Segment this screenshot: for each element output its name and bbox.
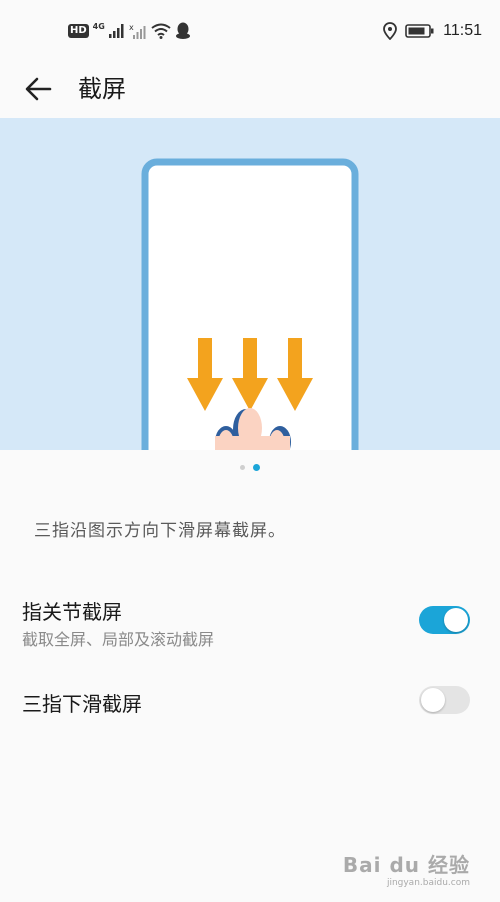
- setting-title: 三指下滑截屏: [22, 692, 142, 716]
- page-title: 截屏: [78, 75, 126, 103]
- setting-knuckle-screenshot[interactable]: 指关节截屏 截取全屏、局部及滚动截屏: [0, 592, 500, 656]
- three-finger-screenshot-toggle[interactable]: [419, 686, 470, 714]
- toggle-knob: [421, 688, 445, 712]
- watermark-brand: Bai du 经验: [342, 853, 470, 877]
- signal-icon: [108, 24, 124, 38]
- location-icon: [383, 22, 398, 40]
- gesture-description: 三指沿图示方向下滑屏幕截屏。: [34, 521, 286, 541]
- carousel-dots: [0, 461, 500, 473]
- phone-gesture-illustration: [141, 158, 359, 450]
- app-bar: 截屏: [0, 62, 500, 118]
- swipe-down-arrows: [187, 338, 313, 411]
- toggle-knob: [444, 608, 468, 632]
- status-time: 11:51: [443, 22, 482, 39]
- signal-no-sim-icon: x: [129, 23, 146, 39]
- wifi-icon: [151, 23, 171, 39]
- page-dot[interactable]: [240, 464, 245, 470]
- battery-icon: [405, 24, 434, 38]
- gesture-illustration: [0, 118, 500, 450]
- setting-subtitle: 截取全屏、局部及滚动截屏: [22, 630, 215, 649]
- back-button[interactable]: [22, 72, 56, 106]
- setting-three-finger-screenshot[interactable]: 三指下滑截屏: [0, 682, 500, 722]
- svg-text:x: x: [129, 23, 134, 32]
- 4g-label: 4G: [92, 21, 105, 31]
- watermark: Bai du 经验 jingyan.baidu.com: [343, 849, 470, 888]
- status-bar: HD 4G x 11:51: [0, 0, 500, 62]
- setting-title: 指关节截屏: [22, 600, 122, 624]
- watermark-url: jingyan.baidu.com: [386, 878, 470, 888]
- qq-icon: [175, 22, 190, 39]
- knuckle-screenshot-toggle[interactable]: [419, 606, 470, 634]
- status-right-icons: 11:51: [383, 21, 482, 41]
- page-dot-active[interactable]: [253, 463, 260, 471]
- status-left-icons: HD 4G x: [68, 21, 191, 41]
- hd-icon: HD: [68, 24, 89, 38]
- arrow-left-icon: [25, 77, 52, 101]
